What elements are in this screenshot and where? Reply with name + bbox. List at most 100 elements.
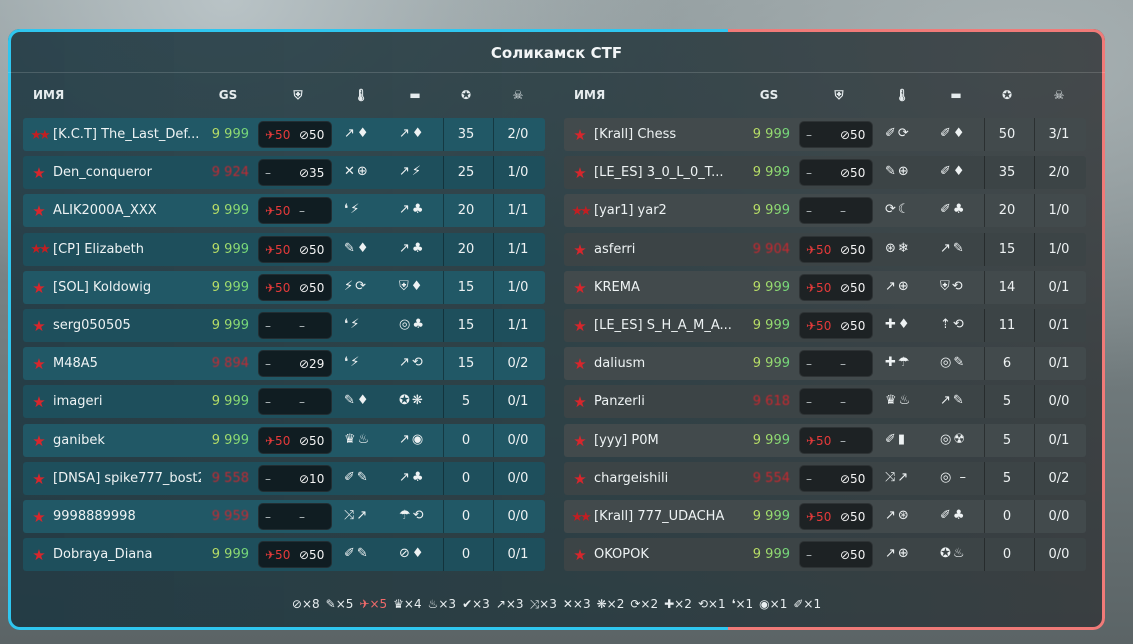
column-divider	[1034, 461, 1035, 495]
double-damage-count: –	[806, 166, 812, 181]
column-divider	[493, 232, 494, 266]
column-divider	[493, 461, 494, 495]
turret-modules: ✕⊕	[344, 164, 370, 180]
player-score: 0	[461, 470, 471, 486]
player-row[interactable]: ★ [yyy] P0M 9 999 ✈50 – ✐▮ ◎☢ 5 0/1	[564, 423, 1086, 457]
player-name: [LE_ES] S_H_A_M_A...	[594, 318, 732, 333]
player-row[interactable]: ★ [LE_ES] S_H_A_M_A... 9 999 ✈50 ⊘50 ✚♦ ⇡⟲ 11 0/…	[564, 309, 1086, 342]
player-row[interactable]: ★ [DNSA] spike777_bost2 9 558 – ⊘10 ✐✎ ↗♣ 0 0/0	[23, 461, 545, 495]
player-name: serg050505	[53, 318, 131, 333]
supply-total: ✕×3	[562, 597, 591, 611]
player-row[interactable]: ★★ [CP] Elizabeth 9 999 ✈50 ⊘50 ✎♦ ↗♣ 20 1/1	[23, 232, 545, 266]
player-score: 5	[1002, 470, 1012, 486]
player-row[interactable]: ★ Den_conqueror 9 924 – ⊘35 ✕⊕ ↗⚡ 25 1/0	[23, 156, 545, 190]
supplies-box: – ⊘35	[258, 159, 332, 187]
player-row[interactable]: ★★ [yar1] yar2 9 999 – – ⟳☾ ✐♣ 20 1/0	[564, 194, 1086, 228]
column-divider	[1034, 156, 1035, 190]
player-row[interactable]: ★ [Krall] Chess 9 999 – ⊘50 ✐⟳ ✐♦ 50 3/1	[564, 118, 1086, 151]
player-name: [yyy] P0M	[594, 432, 659, 448]
player-score: 0	[1002, 509, 1012, 524]
player-score: 0	[461, 509, 471, 524]
player-row[interactable]: ★ Panzerli 9 618 – – ♛♨ ↗✎ 5 0/0	[564, 385, 1086, 419]
double-damage-count: –	[265, 166, 271, 181]
player-name: Panzerli	[594, 394, 645, 410]
player-row[interactable]: ★ 9998889998 9 959 – – ⤨↗ ☂⟲ 0 0/0	[23, 500, 545, 533]
player-row[interactable]: ★ [LE_ES] 3_0_L_0_T... 9 999 – ⊘50 ✎⊕ ✐♦ 35 2/0	[564, 156, 1086, 190]
turret-modules: ↗⊕	[885, 546, 911, 562]
mine-count: ⊘50	[299, 548, 325, 563]
supply-total: ⤨×3	[529, 597, 557, 611]
supplies-box: – ⊘29	[258, 350, 332, 378]
player-row[interactable]: ★★ [K.C.T] The_Last_Def... 9 999 ✈50 ⊘50 ↗♦ ↗♦…	[23, 118, 545, 151]
double-damage-count: –	[806, 548, 812, 563]
player-name: Dobraya_Diana	[53, 547, 153, 563]
mine-count: ⊘50	[840, 128, 866, 142]
turret-modules: ⤨↗	[885, 469, 911, 485]
player-row[interactable]: ★ ganibek 9 999 ✈50 ⊘50 ♛♨ ↗◉ 0 0/0	[23, 423, 545, 457]
turret-modules: ✐⟳	[885, 126, 911, 141]
column-divider	[493, 500, 494, 533]
player-row[interactable]: ★ OKOPOK 9 999 – ⊘50 ↗⊕ ✪♨ 0 0/0	[564, 538, 1086, 572]
double-damage-count: –	[806, 128, 812, 142]
player-name: ALIK2000A_XXX	[53, 203, 157, 219]
player-row[interactable]: ★ KREMA 9 999 ✈50 ⊘50 ↗⊕ ⛨⟲ 14 0/1	[564, 270, 1086, 304]
star-badge-icon: ✪	[1001, 88, 1013, 102]
player-score: 0	[1002, 547, 1012, 563]
supplies-box: ✈50 ⊘50	[258, 426, 332, 454]
supplies-box: ✈50 ⊘50	[258, 235, 332, 263]
player-name: imageri	[53, 394, 103, 410]
mine-count: –	[299, 510, 305, 524]
mine-count: ⊘35	[299, 166, 325, 181]
hull-modules: ✐♦	[940, 164, 967, 180]
hull-modules: ✐♣	[940, 508, 967, 523]
hull-modules: ◎✎	[940, 355, 967, 371]
player-row[interactable]: ★ imageri 9 999 – – ✎♦ ✪❋ 5 0/1	[23, 385, 545, 419]
gear-score: 9 894	[211, 356, 249, 372]
player-row[interactable]: ★ Dobraya_Diana 9 999 ✈50 ⊘50 ✐✎ ⊘♦ 0 0/1	[23, 538, 545, 572]
player-row[interactable]: ★★ [Krall] 777_UDACHA 9 999 ✈50 ⊘50 ↗⊛ ✐♣ 0 0/0	[564, 500, 1086, 533]
mine-count: ⊘50	[840, 280, 866, 295]
gear-score: 9 999	[740, 280, 790, 295]
player-row[interactable]: ★ chargeishili 9 554 – ⊘50 ⤨↗ ◎ – 5 0/2	[564, 461, 1086, 495]
kills-deaths: 1/1	[507, 203, 529, 219]
player-row[interactable]: ★ M48A5 9 894 – ⊘29 ❛⚡ ↗⟲ 15 0/2	[23, 347, 545, 381]
player-row[interactable]: ★ daliusm 9 999 – – ✚☂ ◎✎ 6 0/1	[564, 347, 1086, 381]
supplies-box: – –	[799, 197, 873, 225]
kills-deaths: 0/0	[507, 432, 529, 448]
hull-modules: ↗✎	[940, 240, 966, 256]
name-column-header: ИМЯ	[574, 88, 606, 102]
gear-score: 9 999	[199, 203, 249, 218]
mine-count: –	[840, 433, 846, 448]
column-divider	[1034, 194, 1035, 228]
hull-modules: ✐♦	[940, 126, 967, 141]
kills-deaths: 1/1	[507, 318, 529, 333]
player-row[interactable]: ★ serg050505 9 999 – – ❛⚡ ◎♣ 15 1/1	[23, 309, 545, 342]
player-row[interactable]: ★ asferri 9 904 ✈50 ⊘50 ⊛❄ ↗✎ 15 1/0	[564, 232, 1086, 266]
mine-count: ⊘50	[299, 280, 325, 295]
supply-total: ⟲×1	[697, 597, 726, 611]
gear-score: 9 999	[740, 509, 790, 524]
column-divider	[443, 156, 444, 190]
shield-icon: ⛨	[834, 88, 844, 102]
turret-modules: ↗⊛	[885, 508, 911, 523]
column-divider	[984, 461, 985, 495]
player-row[interactable]: ★ ALIK2000A_XXX 9 999 ✈50 – ❛⚡ ↗♣ 20 1/1	[23, 194, 545, 228]
gear-score: 9 554	[752, 470, 790, 486]
turret-modules: ✎♦	[344, 393, 371, 409]
double-damage-count: ✈50	[265, 242, 291, 257]
rank-icon: ★	[573, 469, 587, 488]
gear-score: 9 999	[199, 318, 249, 333]
player-score: 20	[457, 241, 475, 257]
mine-count: ⊘50	[299, 242, 325, 257]
player-score: 0	[461, 432, 471, 448]
double-damage-count: ✈50	[265, 128, 291, 142]
rank-icon: ★	[32, 431, 46, 450]
kills-deaths: 0/2	[507, 356, 529, 372]
player-score: 15	[998, 241, 1016, 257]
column-divider	[1034, 347, 1035, 381]
player-row[interactable]: ★ [SOL] Koldowig 9 999 ✈50 ⊘50 ⚡⟳ ⛨♦ 15 1/0	[23, 270, 545, 304]
column-divider	[443, 538, 444, 572]
player-name: daliusm	[594, 356, 646, 372]
column-divider	[443, 461, 444, 495]
rank-icon: ★	[573, 317, 587, 335]
